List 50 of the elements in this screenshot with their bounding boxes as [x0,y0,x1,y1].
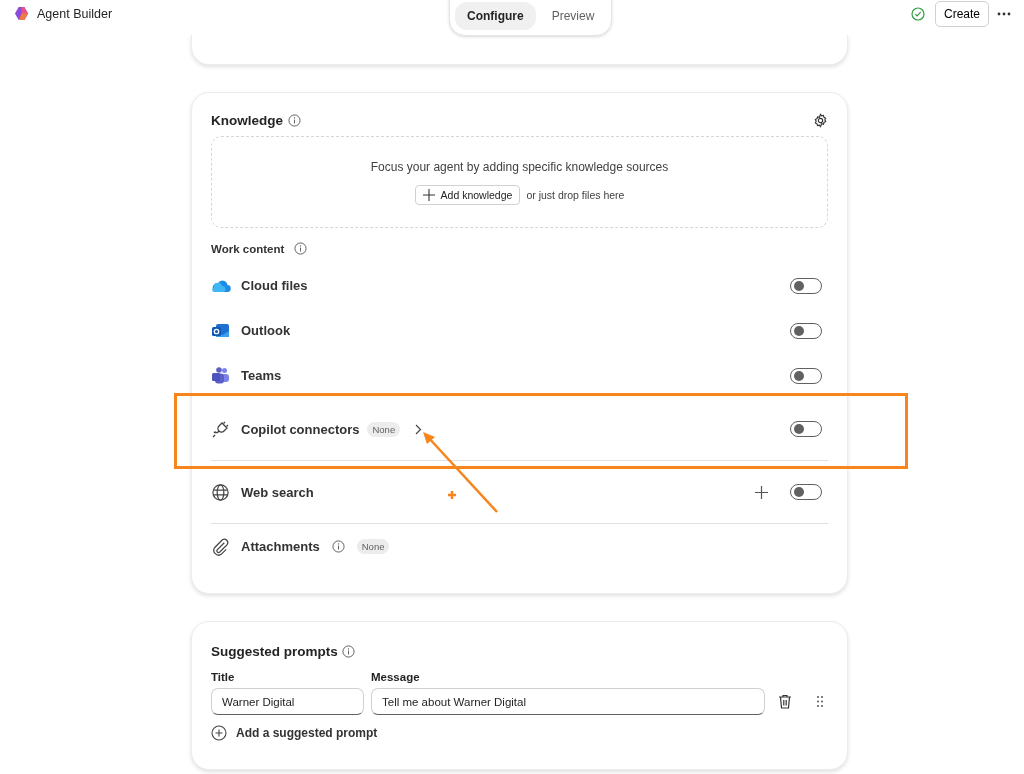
info-icon[interactable] [341,645,355,658]
globe-icon [211,482,230,502]
delete-icon[interactable] [778,694,792,709]
status-badge: None [367,421,401,437]
plus-icon [422,188,435,201]
mail-app-icon [211,321,230,340]
cloud-icon [211,278,231,293]
settings-icon[interactable] [813,113,828,128]
info-icon[interactable] [331,540,345,553]
plus-icon [446,489,458,501]
app-logo-icon [14,6,29,21]
more-icon[interactable] [997,12,1011,16]
drop-text: or just drop files here [526,188,625,201]
paperclip-icon [211,537,230,556]
add-circle-icon [211,725,227,741]
section-title: Suggested prompts [211,644,338,659]
section-label: Work content [211,242,285,255]
source-label: Outlook [241,323,291,338]
toggle-switch[interactable] [790,484,822,500]
column-label: Message [371,671,421,683]
toggle-switch[interactable] [790,277,822,294]
drop-hint: Focus your agent by adding specific knowledge sources [370,159,669,174]
add-knowledge-button[interactable]: Add knowledge [414,184,521,205]
drag-handle-icon[interactable] [816,695,824,708]
mode-tab[interactable]: Configure [455,2,536,30]
message-field[interactable]: Tell me about Warner Digital [371,688,765,715]
source-label: Teams [241,368,282,383]
add-prompt-button[interactable]: Add a suggested prompt [211,725,378,741]
plus-icon[interactable] [755,485,768,499]
toggle-switch[interactable] [790,421,822,437]
check-circle-icon [910,7,925,21]
create-button[interactable]: Create [934,1,989,27]
source-label: Copilot connectors [241,421,360,437]
mode-tab[interactable]: Preview [539,2,607,30]
source-label: Web search [241,484,314,500]
toggle-switch[interactable] [790,322,822,339]
info-icon[interactable] [288,114,301,127]
source-label: Cloud files [241,278,308,293]
toggle-switch[interactable] [790,367,822,384]
title-field[interactable]: Warner Digital [211,688,364,715]
plug-icon [211,419,231,439]
drop-zone[interactable]: Focus your agent by adding specific knowledge sources Add knowledge or just drop files here [211,136,828,228]
status-badge: None [356,539,390,554]
info-icon[interactable] [294,242,308,255]
source-label: Attachments [241,539,320,554]
chevron-right-icon[interactable] [415,423,423,435]
column-label: Title [211,671,236,683]
app-title: Agent Builder [37,6,113,21]
people-app-icon [211,366,230,385]
section-title: Knowledge [211,113,283,128]
